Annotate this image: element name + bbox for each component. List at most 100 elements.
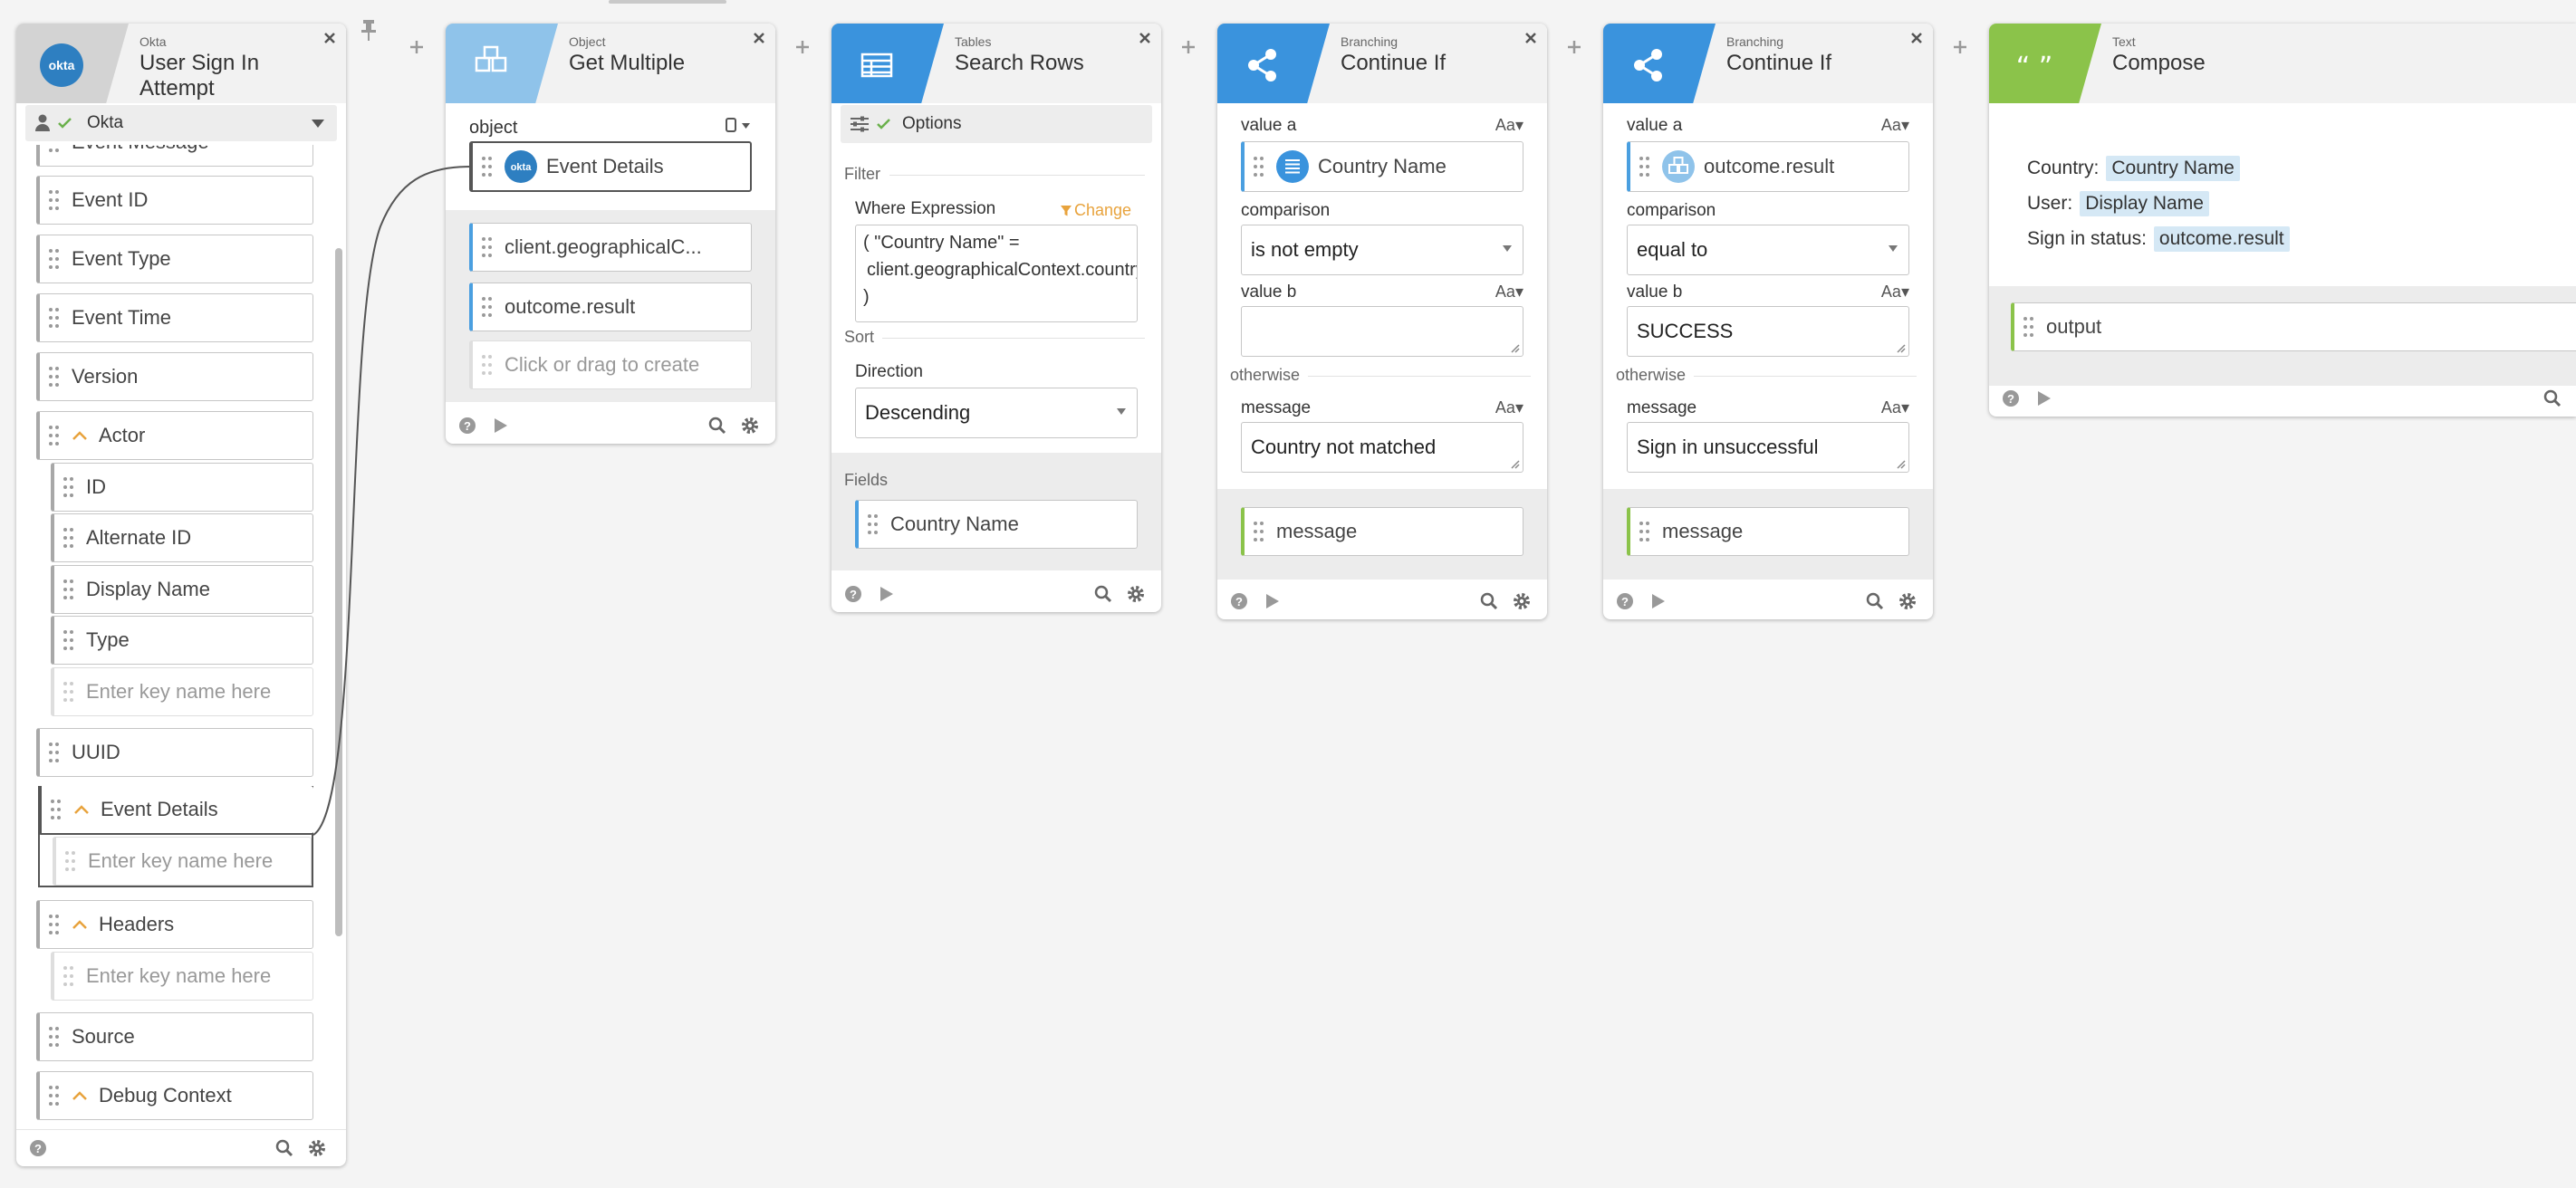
play-icon[interactable]	[491, 417, 509, 435]
resize-grip-icon[interactable]	[1509, 342, 1520, 353]
drag-handle-icon[interactable]	[49, 307, 59, 329]
connection-selector[interactable]: Okta	[25, 105, 337, 141]
create-output-placeholder[interactable]: Click or drag to create	[469, 340, 752, 389]
drag-handle-icon[interactable]	[49, 248, 59, 270]
token-chip[interactable]: outcome.result	[2153, 226, 2290, 252]
scrollbar-thumb[interactable]	[335, 248, 342, 936]
chevron-up-icon[interactable]	[72, 919, 88, 930]
format-toggle[interactable]: Aa▾	[1495, 116, 1523, 135]
help-icon[interactable]: ?	[1230, 592, 1248, 610]
help-icon[interactable]: ?	[844, 585, 862, 603]
gear-icon[interactable]	[1513, 592, 1531, 610]
gear-icon[interactable]	[741, 417, 759, 435]
gear-icon[interactable]	[1898, 592, 1917, 610]
drag-handle-icon[interactable]	[49, 1085, 59, 1107]
change-link[interactable]: Change	[1060, 201, 1131, 220]
output-field[interactable]: message	[1627, 507, 1909, 556]
field-group-actor[interactable]: Actor	[36, 411, 313, 460]
data-type-icon[interactable]	[725, 116, 752, 134]
play-icon[interactable]	[1648, 592, 1667, 610]
output-field[interactable]: message	[1241, 507, 1523, 556]
help-icon[interactable]: ?	[1616, 592, 1634, 610]
search-icon[interactable]	[1866, 592, 1884, 610]
field-group-debug-context[interactable]: Debug Context	[36, 1071, 313, 1120]
comparison-select[interactable]: is not empty	[1241, 225, 1523, 275]
chevron-up-icon[interactable]	[73, 804, 90, 815]
drag-handle-icon[interactable]	[49, 145, 59, 153]
field-item[interactable]: ID	[51, 463, 313, 512]
search-icon[interactable]	[2543, 389, 2562, 407]
resize-grip-icon[interactable]	[1895, 458, 1906, 469]
direction-select[interactable]: Descending	[855, 388, 1138, 438]
format-toggle[interactable]: Aa▾	[1495, 283, 1523, 302]
field-group-headers[interactable]: Headers	[36, 900, 313, 949]
field-item[interactable]: Event Time	[36, 293, 313, 342]
drag-handle-icon[interactable]	[482, 296, 492, 318]
close-icon[interactable]	[1909, 31, 1924, 45]
gear-icon[interactable]	[308, 1139, 326, 1157]
close-icon[interactable]	[752, 31, 766, 45]
close-icon[interactable]	[1523, 31, 1538, 45]
drag-handle-icon[interactable]	[49, 1026, 59, 1048]
add-step-icon[interactable]	[408, 38, 426, 56]
output-field[interactable]: Country Name	[855, 500, 1138, 549]
field-item[interactable]: Source	[36, 1012, 313, 1061]
help-icon[interactable]: ?	[458, 417, 476, 435]
pin-icon[interactable]	[360, 18, 377, 42]
drag-handle-icon[interactable]	[49, 914, 59, 935]
resize-grip-icon[interactable]	[1895, 342, 1906, 353]
card-header[interactable]: Branching Continue If	[1603, 24, 1933, 103]
resize-grip-icon[interactable]	[1509, 458, 1520, 469]
format-toggle[interactable]: Aa▾	[1881, 398, 1909, 417]
object-input[interactable]: okta Event Details	[469, 141, 752, 192]
card-header[interactable]: Object Get Multiple	[446, 24, 775, 103]
format-toggle[interactable]: Aa▾	[1881, 283, 1909, 302]
message-input[interactable]: Sign in unsuccessful	[1627, 422, 1909, 473]
compose-textarea[interactable]: Country: Country Name User: Display Name S…	[1989, 103, 2576, 302]
field-item[interactable]: Event Type	[36, 235, 313, 283]
output-field[interactable]: outcome.result	[469, 283, 752, 331]
drag-handle-icon[interactable]	[49, 189, 59, 211]
drag-handle-icon[interactable]	[1639, 521, 1649, 542]
help-icon[interactable]: ?	[29, 1139, 47, 1157]
card-header[interactable]: “ ” Text Compose	[1989, 24, 2576, 103]
chevron-up-icon[interactable]	[72, 430, 88, 441]
value-a-input[interactable]: Country Name	[1241, 141, 1523, 192]
where-expression-box[interactable]: ( "Country Name" = client.geographicalCo…	[855, 225, 1138, 322]
drag-handle-icon[interactable]	[1254, 521, 1264, 542]
card-header[interactable]: Tables Search Rows	[831, 24, 1161, 103]
field-group-event-details[interactable]: Event Details	[38, 786, 313, 835]
output-field[interactable]: output	[2011, 302, 2576, 351]
drag-handle-icon[interactable]	[49, 425, 59, 446]
search-icon[interactable]	[1480, 592, 1498, 610]
message-input[interactable]: Country not matched	[1241, 422, 1523, 473]
token-chip[interactable]: Country Name	[2106, 156, 2240, 181]
field-item[interactable]: Display Name	[51, 565, 313, 614]
drag-handle-icon[interactable]	[49, 742, 59, 763]
token-chip[interactable]: Display Name	[2080, 191, 2209, 216]
comparison-select[interactable]: equal to	[1627, 225, 1909, 275]
card-header[interactable]: Branching Continue If	[1217, 24, 1547, 103]
field-item[interactable]: Type	[51, 616, 313, 665]
help-icon[interactable]: ?	[2002, 389, 2020, 407]
search-icon[interactable]	[1094, 585, 1112, 603]
drag-handle-icon[interactable]	[868, 513, 878, 535]
drag-handle-icon[interactable]	[2023, 316, 2033, 338]
play-icon[interactable]	[2034, 389, 2052, 407]
fields-viewport[interactable]: Event Message Event ID Event Type Event …	[16, 145, 346, 1130]
add-step-icon[interactable]	[1565, 38, 1583, 56]
key-name-input[interactable]: Enter key name here	[51, 667, 313, 716]
drag-handle-icon[interactable]	[63, 629, 73, 651]
add-step-icon[interactable]	[1951, 38, 1969, 56]
format-toggle[interactable]: Aa▾	[1881, 116, 1909, 135]
add-step-icon[interactable]	[1179, 38, 1197, 56]
drag-handle-icon[interactable]	[63, 476, 73, 498]
key-name-input[interactable]: Enter key name here	[53, 837, 312, 886]
field-item[interactable]: Event Message	[36, 145, 313, 167]
drag-handle-icon[interactable]	[482, 236, 492, 258]
field-item[interactable]: Version	[36, 352, 313, 401]
drag-handle-icon[interactable]	[49, 366, 59, 388]
value-b-input[interactable]: SUCCESS	[1627, 306, 1909, 357]
close-icon[interactable]	[322, 31, 337, 45]
gear-icon[interactable]	[1127, 585, 1145, 603]
